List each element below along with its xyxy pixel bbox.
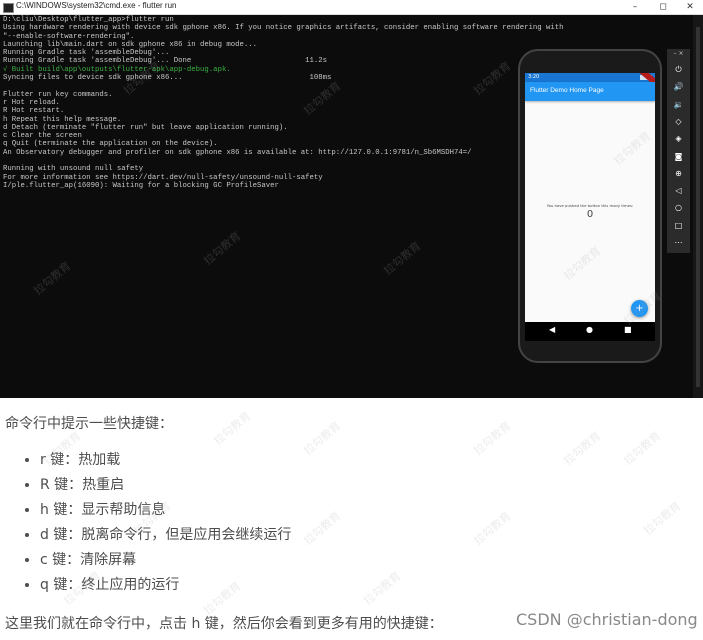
console-line: D:\cliu\Desktop\flutter_app>flutter run (3, 16, 174, 24)
home-icon[interactable]: ○ (667, 201, 690, 215)
window-titlebar: C:\WINDOWS\system32\cmd.exe - flutter ru… (0, 0, 703, 15)
volume-up-icon[interactable]: 🔊 (667, 80, 690, 94)
rotate-left-icon[interactable]: ◇ (667, 115, 690, 129)
console-line: "--enable-software-rendering". (3, 32, 135, 41)
volume-down-icon[interactable]: 🔉 (667, 98, 690, 112)
nav-home-button[interactable]: ● (586, 325, 593, 334)
maximize-button[interactable]: ◻ (650, 0, 676, 14)
console-line: For more information see https://dart.de… (3, 173, 323, 182)
cmd-window: C:\WINDOWS\system32\cmd.exe - flutter ru… (0, 0, 703, 398)
console-line: Syncing files to device sdk gphone x86..… (3, 74, 332, 83)
console-line: q Quit (terminate the application on the… (3, 140, 218, 149)
rotate-right-icon[interactable]: ◈ (667, 132, 690, 146)
status-time: 3:20 (528, 74, 540, 80)
console-line: Launching lib\main.dart on sdk gphone x8… (3, 40, 257, 49)
console-line: r Hot reload. (3, 98, 60, 107)
counter-value: 0 (586, 209, 594, 220)
power-icon[interactable]: ⏻ (667, 63, 690, 77)
console-line: Flutter run key commands. (3, 90, 113, 99)
console-line: Running Gradle task 'assembleDebug'... D… (3, 57, 328, 66)
minimize-button[interactable]: – (622, 0, 648, 14)
shortcut-item: c 键：清除屏幕 (40, 548, 291, 573)
article-intro: 命令行中提示一些快捷键： (5, 416, 173, 432)
console-line: c Clear the screen (3, 132, 82, 141)
emulator-screen[interactable]: 3:20 Flutter Demo Home Page You have pus… (525, 73, 655, 341)
toolbar-window-controls[interactable]: – × (667, 49, 690, 59)
nav-back-button[interactable]: ◀ (549, 325, 555, 334)
console-line: Running with unsound null safety (3, 165, 144, 174)
console-scrollbar[interactable] (693, 15, 703, 398)
console-line: √ Built build\app\outputs\flutter-apk\ap… (3, 65, 231, 74)
android-status-bar: 3:20 (525, 73, 655, 89)
console-line: Using hardware rendering with device sdk… (3, 24, 564, 33)
csdn-credit: CSDN @christian-dong (516, 610, 698, 629)
console-line: h Repeat this help message. (3, 115, 122, 124)
window-title: C:\WINDOWS\system32\cmd.exe - flutter ru… (16, 1, 177, 10)
article-footer-text: 这里我们就在命令行中，点击 h 键，然后你会看到更多有用的快捷键： (5, 616, 443, 632)
back-icon[interactable]: ◁ (667, 184, 690, 198)
console-line: d Detach (terminate "flutter run" but le… (3, 123, 288, 132)
counter-message: You have pushed the button this many tim… (546, 203, 634, 208)
console-line: I/ple.flutter_ap(16090): Waiting for a b… (3, 181, 279, 190)
console-line: R Hot restart. (3, 107, 65, 116)
scrollbar-thumb[interactable] (696, 27, 700, 387)
app-title: Flutter Demo Home Page (530, 87, 604, 94)
more-icon[interactable]: ⋯ (667, 236, 690, 250)
cmd-icon (3, 3, 14, 13)
shortcut-item: r 键：热加载 (40, 448, 291, 473)
overview-icon[interactable]: □ (667, 219, 690, 233)
console-line: Running Gradle task 'assembleDebug'... (3, 49, 170, 58)
emulator-toolbar: – × ⏻ 🔊 🔉 ◇ ◈ ◙ ⊕ ◁ ○ □ ⋯ (667, 49, 690, 253)
shortcut-item: d 键：脱离命令行，但是应用会继续运行 (40, 523, 291, 548)
zoom-icon[interactable]: ⊕ (667, 167, 690, 181)
app-bar: Flutter Demo Home Page (525, 82, 655, 101)
close-button[interactable]: ✕ (677, 0, 703, 14)
camera-icon[interactable]: ◙ (667, 150, 690, 164)
android-nav-bar: ◀ ● ■ (525, 322, 655, 341)
console-line: An Observatory debugger and profiler on … (3, 148, 472, 157)
console-output[interactable]: D:\cliu\Desktop\flutter_app>flutter run U… (3, 16, 564, 190)
shortcut-item: R 键：热重启 (40, 473, 291, 498)
